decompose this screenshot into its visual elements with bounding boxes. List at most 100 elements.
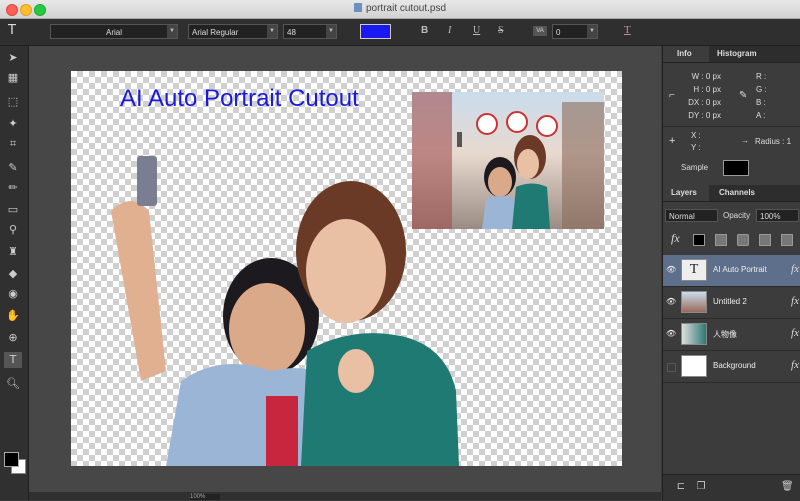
blend-mode-value: Normal <box>669 212 695 221</box>
red-eye-tool-icon[interactable]: ◉ <box>4 286 22 302</box>
kerning-select[interactable]: 0 ▼ <box>552 24 598 39</box>
layers-panel-tabs: Layers Channels <box>663 185 800 202</box>
color-swatches[interactable] <box>3 451 27 475</box>
italic-button[interactable]: I <box>448 25 451 36</box>
zoom-tool-icon[interactable]: 🔍︎ <box>4 376 22 392</box>
right-panel: Info Histogram W : 0 px H : 0 px DX : 0 … <box>662 46 800 501</box>
phone-in-hand <box>137 156 157 206</box>
strikethrough-button[interactable]: S <box>498 25 504 36</box>
sample-label: Sample <box>681 163 709 172</box>
blend-mode-select[interactable]: Normal <box>665 209 718 222</box>
tab-info[interactable]: Info <box>663 46 709 62</box>
new-group-icon[interactable]: ⊏ <box>675 481 687 493</box>
info-r: R : <box>756 72 767 81</box>
underline-button[interactable]: U <box>473 25 480 36</box>
font-style-select[interactable]: Arial Regular ▼ <box>188 24 278 39</box>
text-color-swatch[interactable] <box>360 24 391 39</box>
layer-fx-icon[interactable]: fx <box>791 359 799 371</box>
tab-histogram[interactable]: Histogram <box>717 46 757 62</box>
text-tool-icon[interactable]: T <box>8 23 16 38</box>
stamp-tool-icon[interactable]: ♜ <box>4 244 22 260</box>
artboard-tool-icon[interactable]: ▦ <box>4 70 22 86</box>
pencil-tool-icon[interactable]: ✏ <box>4 180 22 196</box>
bold-button[interactable]: B <box>421 25 428 36</box>
font-size-select[interactable]: 48 ▼ <box>283 24 337 39</box>
info-b: B : <box>756 98 766 107</box>
canvas-title-text[interactable]: AI Auto Portrait Cutout <box>120 85 359 113</box>
left-person-face <box>229 283 305 375</box>
layer-row[interactable]: Background fx <box>663 351 800 383</box>
duplicate-layer-icon[interactable]: ❐ <box>695 481 707 493</box>
layer-fx-icon[interactable]: fx <box>791 295 799 307</box>
layer-name: Background <box>713 361 756 370</box>
layer-row[interactable]: 👁︎ Untitled 2 fx <box>663 287 800 319</box>
background-layer-thumbnail <box>681 355 707 377</box>
info-a: A : <box>756 111 766 120</box>
visibility-eye-icon[interactable]: 👁︎ <box>666 329 676 339</box>
crop-tool-icon[interactable]: ⌗ <box>4 136 22 152</box>
zoom-level[interactable]: 100% <box>190 494 220 500</box>
magic-wand-tool-icon[interactable]: ✦ <box>4 116 22 132</box>
layer-name: 人物像 <box>713 330 737 339</box>
eyedropper-icon: ✎ <box>739 90 748 101</box>
visibility-toggle-off[interactable] <box>667 363 676 372</box>
window-title-text: portrait cutout.psd <box>365 3 447 14</box>
info-dx: DX : 0 px <box>688 98 721 107</box>
text-tool-icon[interactable]: T <box>4 352 22 368</box>
info-panel-tabs: Info Histogram <box>663 46 800 63</box>
source-photo-layer[interactable] <box>412 92 604 229</box>
layer-row[interactable]: 👁︎ T AI Auto Portrait fx <box>663 255 800 287</box>
lock-pixels-icon[interactable] <box>715 234 727 246</box>
tab-layers[interactable]: Layers <box>663 185 709 201</box>
divider <box>663 126 800 127</box>
layer-fx-icon[interactable]: fx <box>791 327 799 339</box>
text-options-bar: T Arial ▼ Arial Regular ▼ 48 ▼ B I U S VA 0… <box>0 19 800 46</box>
eraser-tool-icon[interactable]: ▭ <box>4 202 22 218</box>
font-family-select[interactable]: Arial ▼ <box>50 24 178 39</box>
brush-tool-icon[interactable]: ✎ <box>4 160 22 176</box>
marquee-tool-icon[interactable]: ⬚ <box>4 94 22 110</box>
document-canvas[interactable]: AI Auto Portrait Cutout <box>71 71 622 466</box>
document-icon <box>353 3 362 12</box>
info-height: H : 0 px <box>693 85 721 94</box>
dimension-icon: ⌐ <box>669 90 675 101</box>
hand-tool-icon[interactable]: ✋ <box>4 308 22 324</box>
font-style-value: Arial Regular <box>192 28 239 37</box>
layer-name: Untitled 2 <box>713 297 747 306</box>
chevron-down-icon: ▼ <box>326 25 336 38</box>
lock-transparency-icon[interactable] <box>693 234 705 246</box>
layer-mask-icon[interactable] <box>781 234 793 246</box>
warp-text-button[interactable]: T <box>624 24 631 36</box>
left-person-shirt <box>266 396 298 466</box>
crosshair-icon: + <box>669 135 676 147</box>
font-size-value: 48 <box>287 28 296 37</box>
visibility-eye-icon[interactable]: 👁︎ <box>666 297 676 307</box>
foreground-color-swatch[interactable] <box>4 452 19 467</box>
window-title: portrait cutout.psd <box>0 3 800 14</box>
window-titlebar: portrait cutout.psd <box>0 0 800 19</box>
right-person-hand <box>338 349 374 393</box>
opacity-select[interactable]: 100% <box>756 209 799 222</box>
move-tool-icon[interactable]: ➤ <box>4 50 22 66</box>
lock-all-icon[interactable] <box>759 234 771 246</box>
layer-fx-icon[interactable]: fx <box>791 263 799 275</box>
left-person-arm <box>111 201 166 381</box>
info-y: Y : <box>691 143 701 152</box>
right-person-top <box>301 333 459 466</box>
paint-bucket-tool-icon[interactable]: ◆ <box>4 266 22 282</box>
fx-icon[interactable]: fx <box>671 231 680 246</box>
visibility-eye-icon[interactable]: 👁︎ <box>666 265 676 275</box>
lock-position-icon[interactable] <box>737 234 749 246</box>
trash-icon[interactable]: 🗑︎ <box>781 481 794 493</box>
photo-layer-thumbnail <box>681 291 707 313</box>
status-bar <box>29 492 661 500</box>
info-dy: DY : 0 px <box>688 111 721 120</box>
info-g: G : <box>756 85 767 94</box>
layer-row[interactable]: 👁︎ 人物像 fx <box>663 319 800 351</box>
tab-channels[interactable]: Channels <box>719 185 755 201</box>
eyedropper-tool-icon[interactable]: ⚲ <box>4 222 22 238</box>
font-family-value: Arial <box>105 28 122 37</box>
sample-color-swatch[interactable] <box>723 160 749 176</box>
quick-select-tool-icon[interactable]: ⊕ <box>4 330 22 346</box>
kerning-icon: VA <box>533 26 547 36</box>
